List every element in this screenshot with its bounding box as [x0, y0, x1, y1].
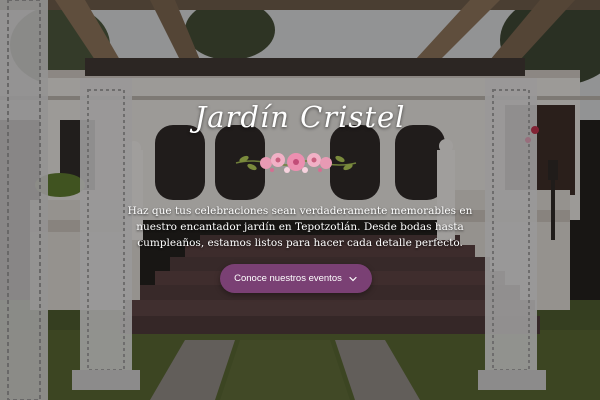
page-title: Jardín Cristel [194, 100, 406, 134]
view-events-button-label: Conoce nuestros eventos [234, 273, 342, 284]
floral-ornament-icon [235, 153, 357, 173]
hero-content: Jardín Cristel Haz que tus celebraciones… [0, 0, 600, 400]
view-events-button[interactable]: Conoce nuestros eventos [220, 264, 372, 293]
chevron-down-icon [349, 276, 357, 281]
hero-description: Haz que tus celebraciones sean verdadera… [127, 204, 473, 249]
hero-section: Jardín Cristel Haz que tus celebraciones… [0, 0, 600, 400]
